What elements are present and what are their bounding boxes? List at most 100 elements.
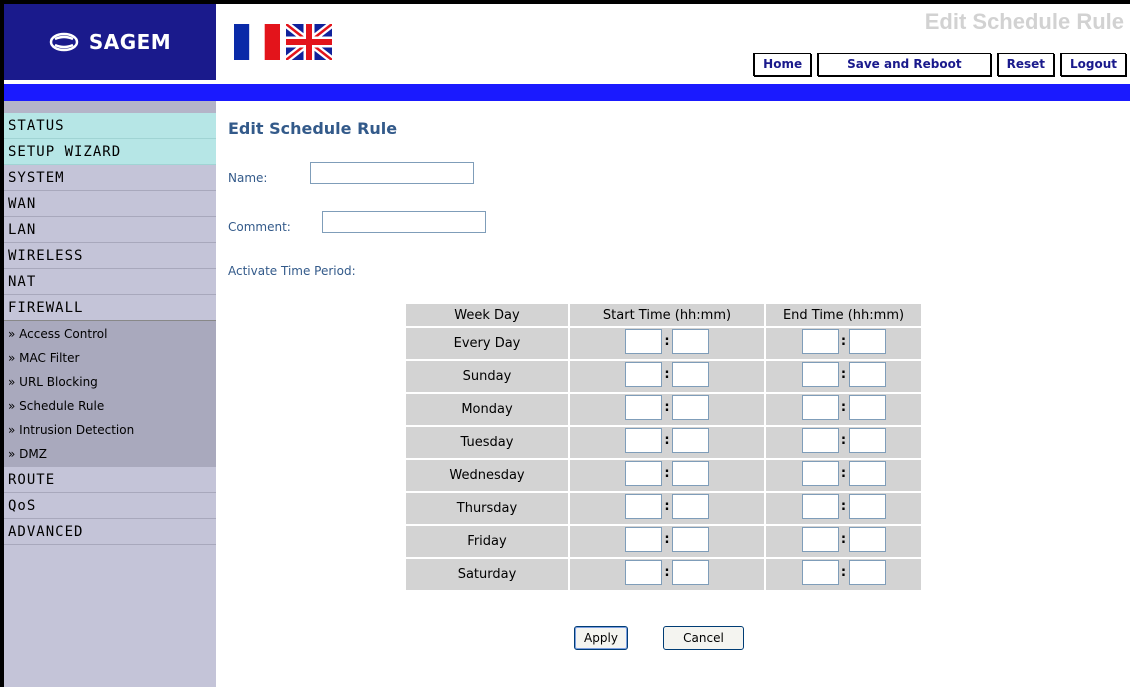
time-separator: : [664, 433, 670, 448]
time-separator: : [840, 433, 847, 448]
end-hour-input[interactable] [801, 461, 839, 486]
end-minute-input[interactable] [848, 329, 886, 354]
end-hour-input[interactable] [801, 527, 839, 552]
time-separator: : [840, 400, 847, 415]
day-label: Every Day [406, 328, 568, 359]
start-hour-input[interactable] [625, 494, 662, 519]
day-label: Saturday [406, 559, 568, 590]
start-hour-input[interactable] [625, 560, 662, 585]
language-flags [234, 24, 332, 60]
cancel-button[interactable]: Cancel [663, 626, 744, 650]
start-minute-input[interactable] [672, 362, 709, 387]
apply-button[interactable]: Apply [574, 626, 628, 650]
time-separator: : [840, 499, 847, 514]
end-minute-input[interactable] [848, 527, 886, 552]
start-hour-input[interactable] [625, 395, 662, 420]
end-hour-input[interactable] [801, 329, 839, 354]
uk-flag-icon[interactable] [286, 24, 332, 60]
sidebar-top-spacer [4, 101, 216, 113]
table-row: Sunday : : [406, 361, 921, 392]
page-title: Edit Schedule Rule [228, 119, 398, 138]
start-minute-input[interactable] [672, 395, 709, 420]
header-week-day: Week Day [406, 304, 568, 326]
start-minute-input[interactable] [672, 428, 709, 453]
sidebar-item-nat[interactable]: NAT [4, 269, 216, 295]
start-minute-input[interactable] [672, 494, 709, 519]
table-row: Thursday : : [406, 493, 921, 524]
end-hour-input[interactable] [801, 395, 839, 420]
start-hour-input[interactable] [625, 362, 662, 387]
name-input[interactable] [310, 162, 474, 184]
sidebar-item-system[interactable]: SYSTEM [4, 165, 216, 191]
sidebar-subitem-schedule-rule[interactable]: » Schedule Rule [4, 394, 216, 418]
end-minute-input[interactable] [848, 461, 886, 486]
end-minute-input[interactable] [848, 395, 886, 420]
start-minute-input[interactable] [672, 560, 709, 585]
sidebar-subitem-dmz[interactable]: » DMZ [4, 442, 216, 466]
sagem-logo-icon [49, 32, 79, 52]
end-minute-input[interactable] [848, 362, 886, 387]
time-separator: : [664, 367, 670, 382]
end-minute-input[interactable] [848, 428, 886, 453]
start-hour-input[interactable] [625, 329, 662, 354]
sidebar-item-advanced[interactable]: ADVANCED [4, 519, 216, 545]
end-hour-input[interactable] [801, 560, 839, 585]
comment-label: Comment: [228, 220, 291, 234]
end-hour-input[interactable] [801, 362, 839, 387]
sidebar-item-wan[interactable]: WAN [4, 191, 216, 217]
time-separator: : [664, 400, 670, 415]
sidebar-item-setup-wizard[interactable]: SETUP WIZARD [4, 139, 216, 165]
start-hour-input[interactable] [625, 428, 662, 453]
time-separator: : [664, 532, 670, 547]
table-row: Tuesday : : [406, 427, 921, 458]
top-nav: Home Save and Reboot Reset Logout [753, 53, 1126, 76]
day-label: Sunday [406, 361, 568, 392]
comment-input[interactable] [322, 211, 486, 233]
sidebar-subitem-access-control[interactable]: » Access Control [4, 322, 216, 346]
header-divider-bar [4, 84, 1130, 101]
sidebar-item-firewall[interactable]: FIREWALL [4, 295, 216, 321]
time-separator: : [664, 565, 670, 580]
day-label: Thursday [406, 493, 568, 524]
table-row: Saturday : : [406, 559, 921, 590]
table-row: Every Day : : [406, 328, 921, 359]
time-separator: : [840, 334, 847, 349]
sidebar-subitem-intrusion-detection[interactable]: » Intrusion Detection [4, 418, 216, 442]
home-button[interactable]: Home [753, 53, 812, 76]
reset-button[interactable]: Reset [996, 53, 1054, 76]
time-separator: : [664, 334, 670, 349]
start-minute-input[interactable] [672, 527, 709, 552]
time-separator: : [840, 565, 847, 580]
time-separator: : [664, 499, 670, 514]
sidebar-subitem-mac-filter[interactable]: » MAC Filter [4, 346, 216, 370]
schedule-table: Week Day Start Time (hh:mm) End Time (hh… [404, 302, 923, 592]
firewall-submenu: » Access Control » MAC Filter » URL Bloc… [4, 321, 216, 467]
sidebar-item-qos[interactable]: QoS [4, 493, 216, 519]
table-row: Monday : : [406, 394, 921, 425]
start-hour-input[interactable] [625, 527, 662, 552]
sidebar-item-route[interactable]: ROUTE [4, 467, 216, 493]
day-label: Monday [406, 394, 568, 425]
sagem-logo[interactable]: SAGEM [4, 4, 216, 80]
end-hour-input[interactable] [801, 494, 839, 519]
sidebar-item-lan[interactable]: LAN [4, 217, 216, 243]
save-and-reboot-button[interactable]: Save and Reboot [817, 53, 991, 76]
end-hour-input[interactable] [801, 428, 839, 453]
logo-text: SAGEM [88, 30, 172, 54]
start-hour-input[interactable] [625, 461, 662, 486]
end-minute-input[interactable] [848, 560, 886, 585]
time-separator: : [840, 367, 847, 382]
sidebar: STATUS SETUP WIZARD SYSTEM WAN LAN WIREL… [4, 101, 216, 687]
day-label: Friday [406, 526, 568, 557]
end-minute-input[interactable] [848, 494, 886, 519]
logout-button[interactable]: Logout [1059, 53, 1126, 76]
router-admin-page: SAGEM Edit Schedule Rule Home Save and R… [4, 4, 1130, 687]
start-minute-input[interactable] [672, 329, 709, 354]
time-separator: : [664, 466, 670, 481]
sidebar-item-wireless[interactable]: WIRELESS [4, 243, 216, 269]
french-flag-icon[interactable] [234, 24, 280, 60]
start-minute-input[interactable] [672, 461, 709, 486]
sidebar-subitem-url-blocking[interactable]: » URL Blocking [4, 370, 216, 394]
main-content: Edit Schedule Rule Name: Comment: Activa… [216, 101, 1130, 687]
sidebar-item-status[interactable]: STATUS [4, 113, 216, 139]
